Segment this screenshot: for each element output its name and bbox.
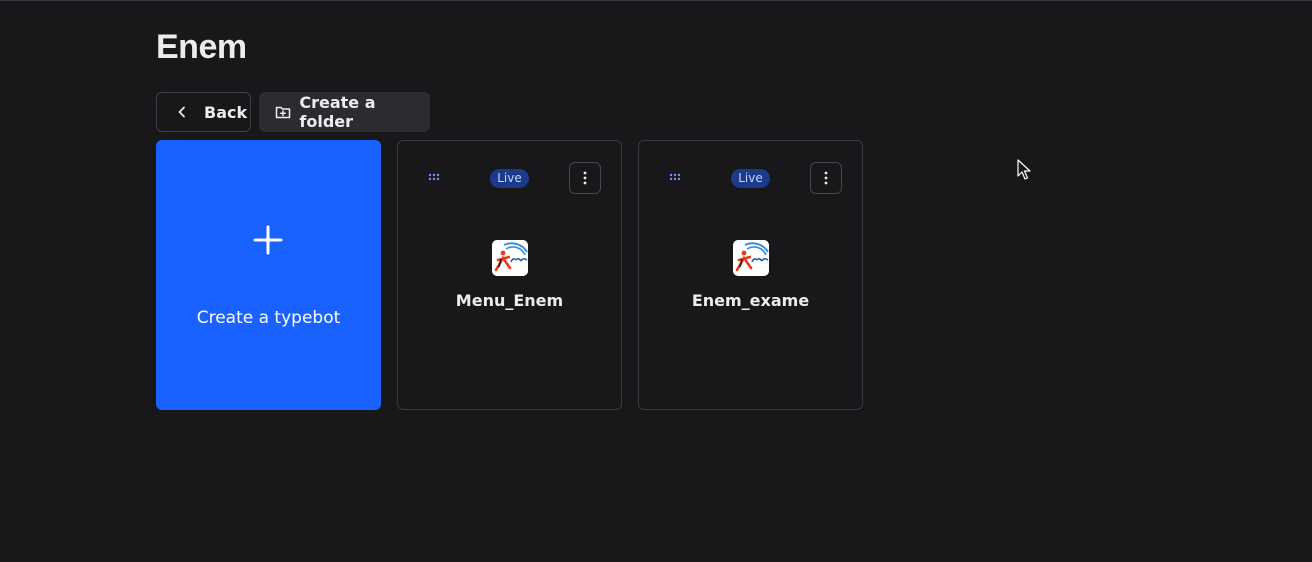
create-typebot-card[interactable]: Create a typebot (156, 140, 381, 410)
typebot-name: Enem_exame (691, 291, 810, 310)
more-options-button[interactable] (569, 162, 601, 194)
more-vertical-icon (824, 171, 828, 185)
create-typebot-label: Create a typebot (196, 308, 341, 328)
back-button-label: Back (204, 102, 248, 122)
enem-logo-icon (492, 240, 528, 276)
top-border (0, 0, 1312, 1)
mouse-cursor-icon (1017, 159, 1031, 180)
page-title: Enem (156, 28, 247, 66)
typebot-card[interactable]: Live Menu_Enem (397, 140, 622, 410)
drag-handle-icon[interactable] (428, 173, 440, 181)
create-folder-button[interactable]: Create a folder (259, 92, 430, 132)
chevron-left-icon (173, 103, 191, 121)
live-badge: Live (490, 169, 529, 188)
more-options-button[interactable] (810, 162, 842, 194)
back-button[interactable]: Back (156, 92, 251, 132)
enem-logo-icon (733, 240, 769, 276)
typebot-name: Menu_Enem (455, 291, 564, 310)
more-vertical-icon (583, 171, 587, 185)
live-badge: Live (731, 169, 770, 188)
folder-plus-icon (274, 103, 291, 121)
drag-handle-icon[interactable] (669, 173, 681, 181)
typebot-card[interactable]: Live Enem_exame (638, 140, 863, 410)
create-folder-button-label: Create a folder (299, 93, 376, 131)
plus-icon (253, 225, 283, 255)
